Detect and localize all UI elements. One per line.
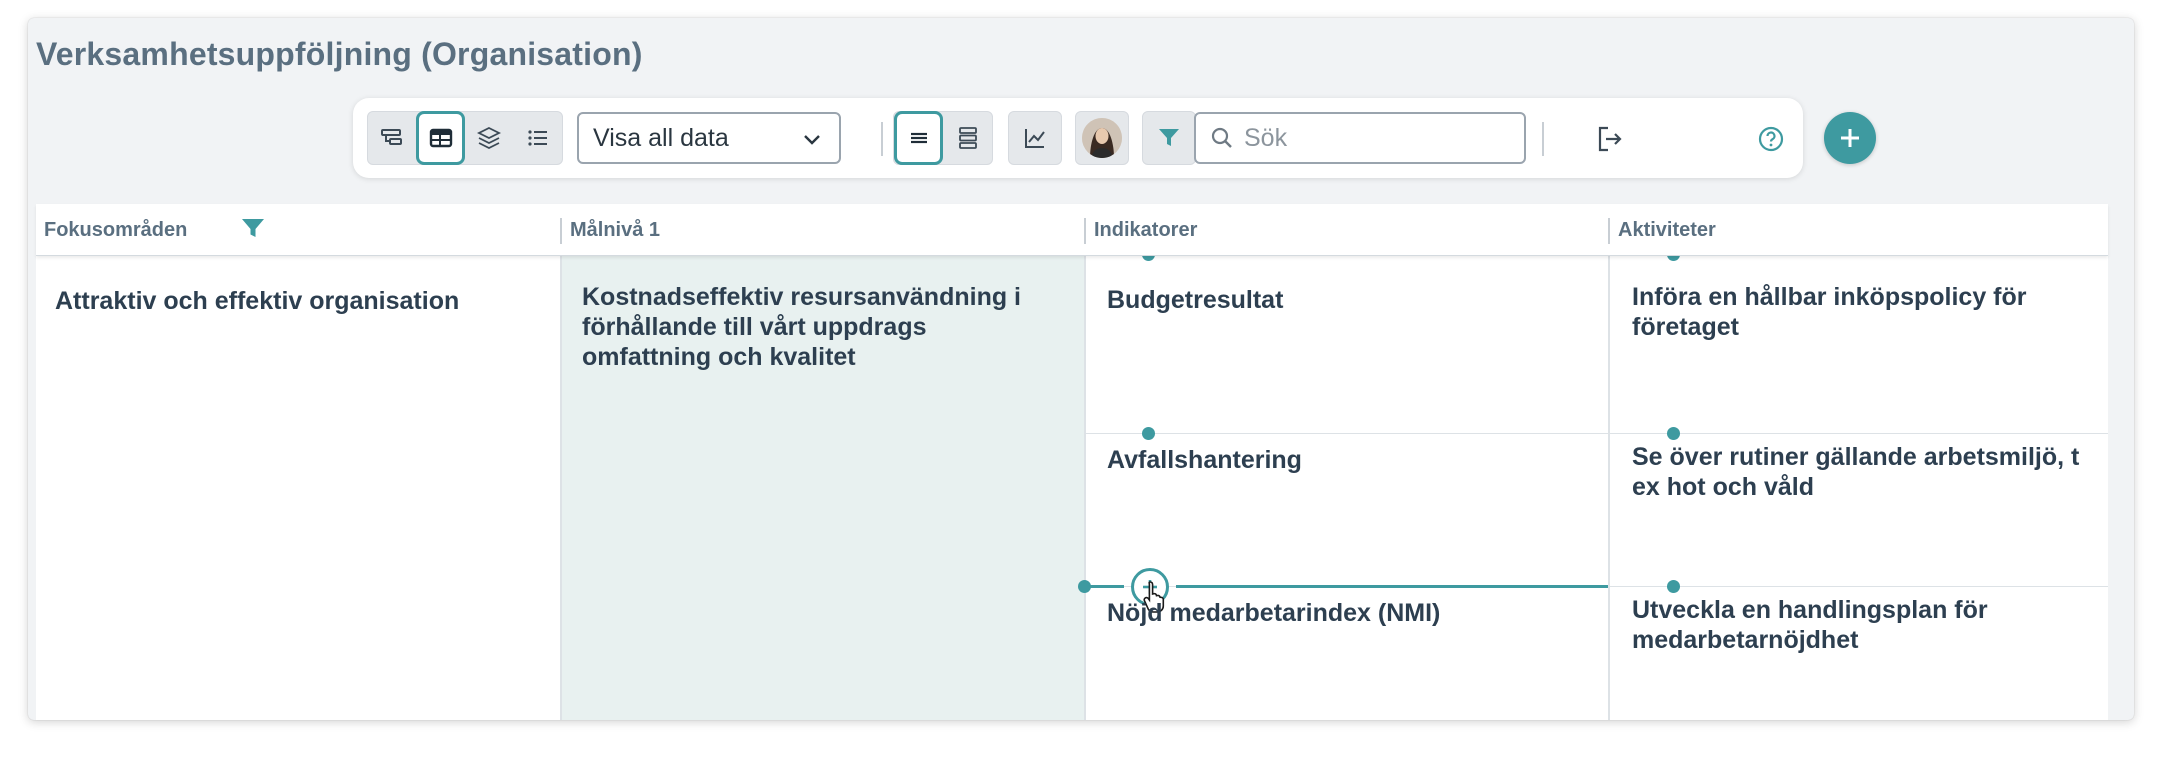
column-header-indicators-label: Indikatorer [1094, 218, 1198, 241]
expanded-rows-button[interactable] [943, 112, 992, 164]
indicator-cell[interactable]: Avfallshantering [1107, 445, 1302, 475]
help-button[interactable] [1754, 122, 1788, 156]
hierarchy-grid: Fokusområden Målnivå 1 Indikatorer Aktiv… [36, 204, 2108, 720]
user-filter-button[interactable] [1075, 111, 1129, 165]
activity-line: Utveckla en handlingsplan för [1632, 596, 1988, 624]
insert-line [1176, 585, 1608, 588]
goal-line: omfattning och kvalitet [582, 343, 856, 371]
add-button[interactable] [1824, 112, 1876, 164]
list-view-icon [528, 130, 547, 146]
goal-line: förhållande till vårt uppdrags [582, 313, 927, 341]
goal-line: Kostnadseffektiv resursanvändning i [582, 283, 1022, 311]
tree-view-icon [381, 129, 403, 145]
plus-icon [1841, 129, 1859, 147]
toolbar: Visa all data [353, 98, 1803, 178]
activity-cell[interactable]: Införa en hållbar inköpspolicy för föret… [1632, 282, 2027, 342]
column-header-row: Fokusområden Målnivå 1 Indikatorer Aktiv… [36, 204, 2108, 256]
table-view-icon [429, 128, 452, 148]
layers-view-button[interactable] [465, 112, 513, 164]
activity-cell[interactable]: Se över rutiner gällande arbetsmiljö, t … [1632, 442, 2079, 502]
compact-rows-icon [910, 132, 927, 144]
chevron-down-icon [804, 135, 820, 145]
compact-rows-button[interactable] [894, 111, 943, 165]
chart-button[interactable] [1008, 111, 1062, 165]
insert-line [1086, 585, 1124, 588]
indicator-cell[interactable]: Nöjd medarbetarindex (NMI) [1107, 598, 1440, 628]
activity-line: Införa en hållbar inköpspolicy för [1632, 283, 2027, 311]
search-input[interactable] [1244, 123, 1504, 153]
tree-view-button[interactable] [368, 112, 416, 164]
export-button[interactable] [1591, 122, 1625, 156]
page-title: Verksamhetsuppföljning (Organisation) [36, 36, 643, 72]
filter-icon [1159, 129, 1179, 146]
data-filter-select-value: Visa all data [593, 123, 729, 152]
activity-line: ex hot och våld [1632, 473, 1814, 501]
list-view-button[interactable] [514, 112, 562, 164]
connector-dot [1667, 580, 1680, 593]
column-divider [1608, 204, 1610, 720]
column-divider [1084, 204, 1086, 720]
user-avatar [1082, 118, 1122, 158]
activity-line: Se över rutiner gällande arbetsmiljö, t [1632, 443, 2080, 471]
column-filter-icon[interactable] [240, 216, 266, 242]
column-header-focus-label: Fokusområden [44, 218, 188, 241]
row-divider [1085, 433, 2108, 434]
indicator-cell[interactable]: Budgetresultat [1107, 285, 1283, 315]
filter-button[interactable] [1142, 111, 1196, 165]
column-header-indicators[interactable]: Indikatorer [1086, 204, 1197, 256]
activity-line: företaget [1632, 313, 1739, 341]
toolbar-divider [1542, 122, 1544, 156]
connector-dot [1667, 427, 1680, 440]
goal-cell[interactable]: Kostnadseffektiv resursanvändning i förh… [582, 282, 1021, 372]
column-header-goal[interactable]: Målnivå 1 [562, 204, 660, 256]
header-divider [560, 218, 562, 244]
activity-line: medarbetarnöjdhet [1632, 626, 1859, 654]
column-header-activities[interactable]: Aktiviteter [1610, 204, 1716, 256]
header-divider [1608, 218, 1610, 244]
column-header-activities-label: Aktiviteter [1618, 218, 1716, 241]
column-header-focus[interactable]: Fokusområden [36, 204, 187, 256]
expanded-rows-icon [958, 127, 977, 149]
line-chart-icon [1025, 129, 1045, 148]
data-filter-select[interactable]: Visa all data [577, 112, 841, 164]
help-icon [1758, 126, 1784, 152]
header-divider [1084, 218, 1086, 244]
layers-view-icon [477, 126, 502, 150]
row-density-group [893, 111, 993, 165]
toolbar-divider [881, 122, 883, 156]
column-header-goal-label: Målnivå 1 [570, 218, 661, 241]
view-mode-group [367, 111, 563, 165]
column-divider [560, 204, 562, 720]
focus-area-cell[interactable]: Attraktiv och effektiv organisation [55, 286, 459, 316]
app-window: Verksamhetsuppföljning (Organisation) Vi… [28, 18, 2134, 720]
table-view-button[interactable] [416, 111, 466, 165]
connector-dot [1142, 427, 1155, 440]
search-icon [1211, 127, 1232, 148]
activity-cell[interactable]: Utveckla en handlingsplan för medarbetar… [1632, 595, 1988, 655]
search-field[interactable] [1194, 112, 1526, 164]
export-icon [1598, 126, 1622, 152]
